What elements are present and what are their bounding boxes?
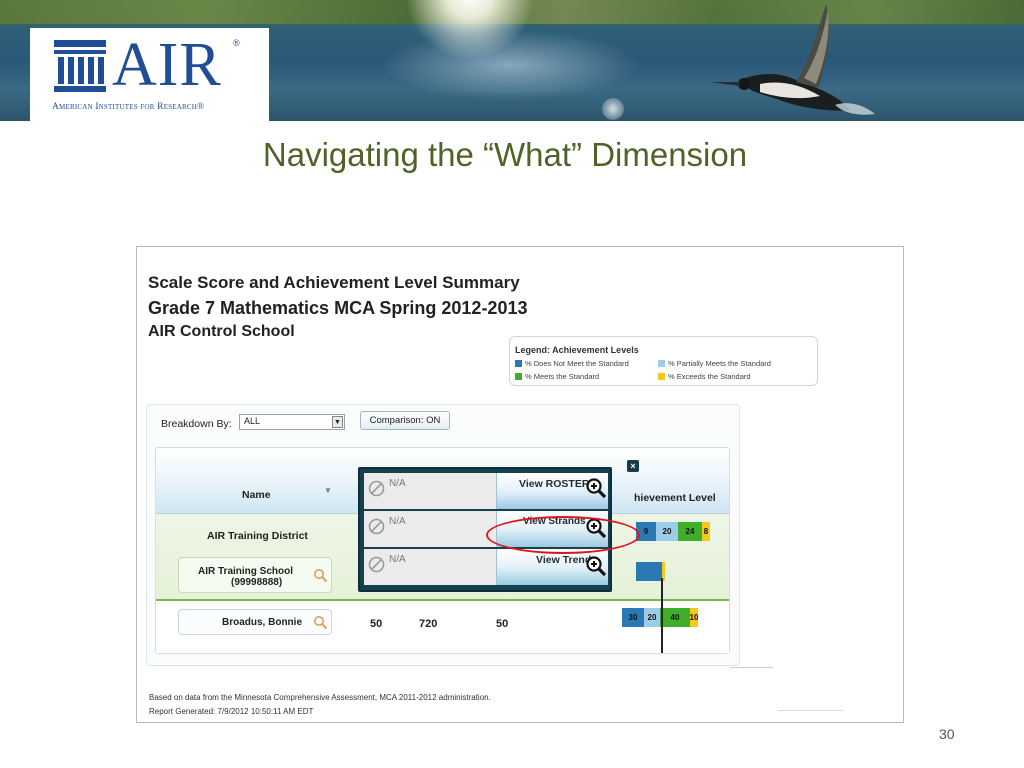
student-name: Broadus, Bonnie (222, 617, 303, 628)
legend-swatch (515, 373, 522, 380)
search-icon[interactable] (313, 615, 328, 630)
report-title: Scale Score and Achievement Level Summar… (148, 273, 520, 292)
report-screenshot: Scale Score and Achievement Level Summar… (136, 246, 904, 723)
bar-segment-partially-meets: 20 (644, 608, 660, 627)
bar-segment-exceeds: 8 (702, 522, 710, 541)
bar-segment-exceeds: 10 (690, 608, 698, 627)
popup-row-trend: N/A View Trend (364, 549, 608, 585)
air-columns-icon (54, 40, 106, 92)
slide-page-number: 30 (939, 726, 955, 742)
not-available-icon (368, 556, 385, 573)
bar-segment-does-not-meet: 30 (622, 608, 644, 627)
legend-label: % Partially Meets the Standard (668, 359, 771, 368)
school-name: AIR Training School (198, 566, 294, 577)
legend-item-partially-meets: % Partially Meets the Standard (658, 359, 771, 368)
legend-label: % Meets the Standard (525, 372, 600, 381)
comparison-marker-line (661, 578, 663, 653)
bar-label: 20 (662, 527, 672, 536)
popup-na-cell: N/A (364, 549, 496, 585)
breakdown-select[interactable]: ALL ▼ (239, 414, 345, 430)
close-icon[interactable]: × (627, 460, 639, 472)
legend-label: % Does Not Meet the Standard (525, 359, 629, 368)
footer-source: Based on data from the Minnesota Compreh… (149, 693, 491, 702)
student-scale-score: 720 (419, 618, 438, 630)
popup-row-roster: N/A View ROSTER (364, 473, 608, 509)
legend-title: Legend: Achievement Levels (515, 345, 639, 355)
bar-segment-partially-meets: 20 (656, 522, 678, 541)
view-trend-button[interactable]: View Trend (496, 549, 608, 585)
header-banner: AIR ® American Institutes for Research® (0, 0, 1024, 121)
legend-swatch (515, 360, 522, 367)
legend-label: % Exceeds the Standard (668, 372, 751, 381)
zoom-in-icon[interactable] (585, 477, 607, 499)
column-header-achievement-level: hievement Level (634, 492, 716, 504)
zoom-in-icon[interactable] (585, 555, 607, 577)
bar-segment-does-not-meet (636, 562, 662, 581)
banner-lens-flare (602, 98, 624, 120)
view-trend-label: View Trend (536, 554, 592, 566)
na-label: N/A (389, 478, 406, 489)
legend-item-does-not-meet: % Does Not Meet the Standard (515, 359, 629, 368)
slide-title: Navigating the “What” Dimension (262, 136, 748, 173)
legend-item-meets: % Meets the Standard (515, 372, 599, 381)
comparison-toggle-button[interactable]: Comparison: ON (360, 411, 450, 430)
chevron-down-icon[interactable]: ▼ (332, 416, 343, 428)
loon-bird-image (710, 4, 875, 115)
view-roster-button[interactable]: View ROSTER (496, 473, 608, 509)
logo-wordmark: AIR (112, 31, 222, 99)
bar-segment-meets: 40 (660, 608, 690, 627)
column-header-name[interactable]: Name (242, 489, 271, 501)
popup-na-cell: N/A (364, 473, 496, 509)
breakdown-select-value: ALL (244, 416, 261, 426)
na-label: N/A (389, 516, 406, 527)
sort-arrow-icon[interactable]: ▼ (324, 486, 332, 495)
legend-swatch (658, 360, 665, 367)
not-available-icon (368, 480, 385, 497)
footer-generated: Report Generated: 7/9/2012 10:50:11 AM E… (149, 707, 314, 716)
legend-item-exceeds: % Exceeds the Standard (658, 372, 751, 381)
report-subtitle: Grade 7 Mathematics MCA Spring 2012-2013 (148, 298, 528, 318)
school-link[interactable]: AIR Training School (99998888) (178, 557, 332, 593)
student-achievement-bar: 30 20 40 10 (622, 608, 698, 627)
school-id: (99998888) (231, 577, 283, 588)
search-icon[interactable] (313, 568, 328, 583)
student-value-1: 50 (370, 618, 383, 630)
highlight-ellipse (486, 516, 640, 554)
district-name: AIR Training District (207, 530, 308, 542)
student-value-3: 50 (496, 618, 509, 630)
air-logo: AIR ® American Institutes for Research® (30, 28, 269, 121)
achievement-legend: Legend: Achievement Levels % Does Not Me… (509, 336, 818, 386)
popup-na-cell: N/A (364, 511, 496, 547)
logo-tagline: American Institutes for Research® (52, 102, 205, 112)
breakdown-label: Breakdown By: (161, 418, 232, 430)
bar-segment-meets: 24 (678, 522, 702, 541)
table-row-student: Broadus, Bonnie 50 720 50 30 20 40 10 (156, 603, 729, 653)
district-achievement-bar: 9 20 24 8 (636, 522, 710, 541)
divider (778, 710, 844, 711)
student-link[interactable]: Broadus, Bonnie (178, 609, 332, 635)
report-school: AIR Control School (148, 323, 295, 340)
divider (730, 667, 773, 668)
view-roster-label: View ROSTER (519, 478, 590, 490)
logo-registered-mark: ® (233, 38, 240, 48)
legend-swatch (658, 373, 665, 380)
not-available-icon (368, 518, 385, 535)
na-label: N/A (389, 554, 406, 565)
